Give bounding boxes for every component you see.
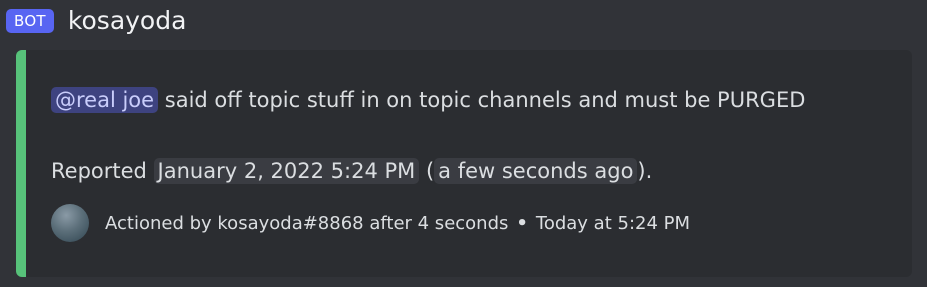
avatar-icon[interactable] xyxy=(51,204,89,242)
reported-timestamp[interactable]: January 2, 2022 5:24 PM xyxy=(153,158,420,184)
paren-open: ( xyxy=(419,159,435,183)
message-embed: @real joe said off topic stuff in on top… xyxy=(16,50,912,277)
footer-time: Today at 5:24 PM xyxy=(535,212,691,234)
author-username[interactable]: kosayoda xyxy=(68,6,187,36)
paren-close: ). xyxy=(637,159,653,183)
bot-badge: BOT xyxy=(6,9,54,33)
chat-message: BOT kosayoda @real joe said off topic st… xyxy=(0,0,927,287)
relative-time[interactable]: a few seconds ago xyxy=(434,158,638,184)
reported-label: Reported xyxy=(51,159,154,183)
footer-separator: • xyxy=(516,212,528,234)
embed-footer: Actioned by kosayoda#8868 after 4 second… xyxy=(51,204,690,242)
embed-description: @real joe said off topic stuff in on top… xyxy=(51,84,805,116)
message-header: BOT kosayoda xyxy=(6,6,186,36)
description-text: said off topic stuff in on topic channel… xyxy=(158,88,806,112)
user-mention[interactable]: @real joe xyxy=(51,87,159,113)
embed-accent-bar xyxy=(16,50,26,277)
footer-text: Actioned by kosayoda#8868 after 4 second… xyxy=(105,212,509,234)
report-line: Reported January 2, 2022 5:24 PM (a few … xyxy=(51,155,652,187)
